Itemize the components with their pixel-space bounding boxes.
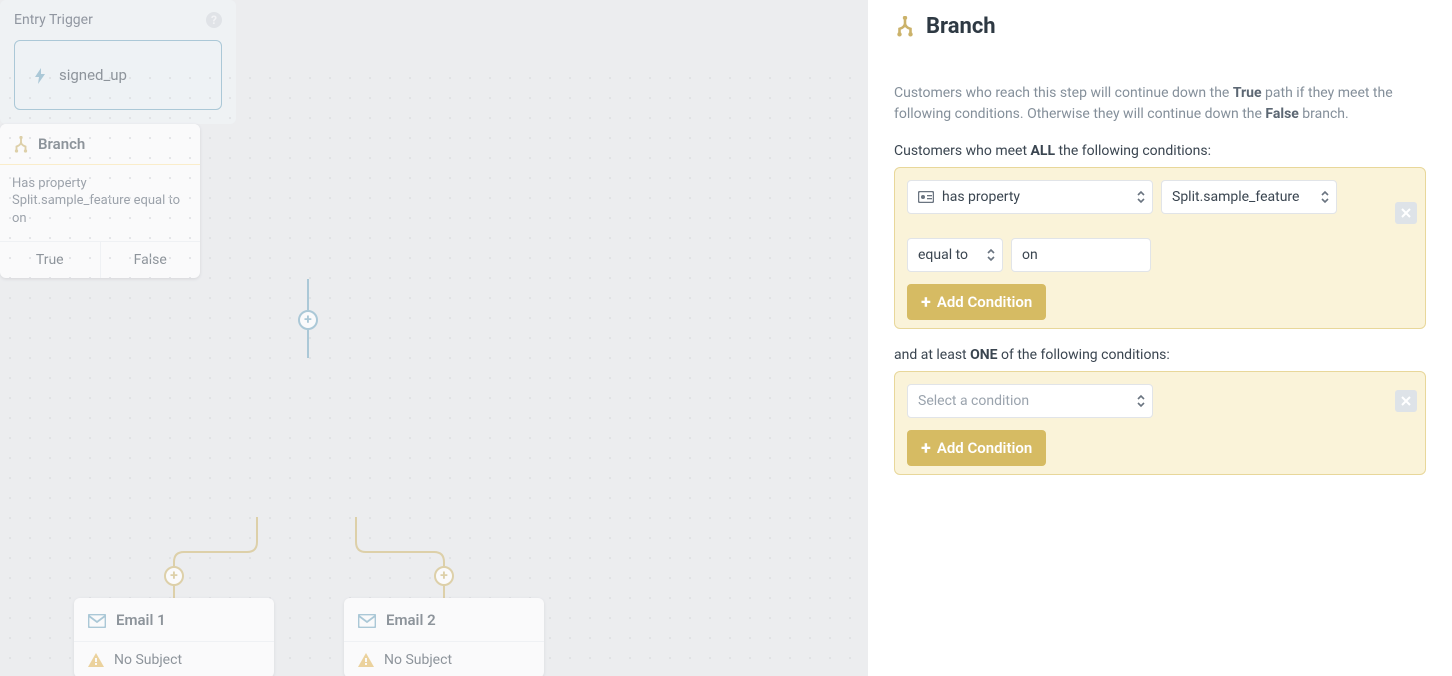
panel-description: Customers who reach this step will conti… [894,83,1426,125]
workflow-canvas[interactable]: Entry Trigger ? signed_up + Branch Has p… [0,0,868,676]
condition-placeholder: Select a condition [918,393,1029,409]
entry-trigger-title: Entry Trigger [14,12,93,28]
email-node-2[interactable]: Email 2 No Subject [344,598,544,676]
condition-block-one: Select a condition + Add Condition [894,371,1426,475]
select-chevrons-icon [1136,189,1146,205]
panel-all-label: Customers who meet ALL the following con… [894,143,1426,159]
condition-type-select[interactable]: has property [907,180,1153,214]
add-step-button[interactable]: + [298,310,318,330]
condition-operator-select[interactable]: equal to [907,238,1003,272]
add-step-right-button[interactable]: + [434,566,454,586]
condition-type-select-placeholder[interactable]: Select a condition [907,384,1153,418]
delete-condition-button[interactable] [1395,390,1417,412]
warning-icon [358,652,374,668]
condition-value-input[interactable]: on [1011,238,1151,272]
panel-title: Branch [926,14,996,39]
warning-icon [88,652,104,668]
select-chevrons-icon [1136,393,1146,409]
condition-row-empty: Select a condition [907,384,1413,418]
plus-icon: + [921,438,931,459]
add-condition-button[interactable]: + Add Condition [907,284,1046,320]
contact-card-icon [918,189,934,205]
condition-property-select[interactable]: Split.sample_feature [1161,180,1337,214]
email-node-name: Email 1 [116,611,166,629]
branch-icon [894,16,916,38]
canvas-dot-grid [0,68,868,676]
condition-property-value: Split.sample_feature [1172,189,1299,205]
branch-settings-panel: Branch Customers who reach this step wil… [868,0,1452,676]
plus-icon: + [921,292,931,313]
help-icon[interactable]: ? [206,12,222,28]
delete-condition-button[interactable] [1395,202,1417,224]
condition-row: has property Split.sample_feature equal … [907,180,1413,272]
email-subject-missing: No Subject [384,652,452,668]
condition-operator-value: equal to [918,247,968,263]
add-condition-button[interactable]: + Add Condition [907,430,1046,466]
email-subject-missing: No Subject [114,652,182,668]
add-step-left-button[interactable]: + [164,566,184,586]
panel-one-label: and at least ONE of the following condit… [894,347,1426,363]
select-chevrons-icon [986,247,996,263]
email-icon [358,610,376,629]
email-node-name: Email 2 [386,611,436,629]
email-node-1[interactable]: Email 1 No Subject [74,598,274,676]
select-chevrons-icon [1320,189,1330,205]
condition-block-all: has property Split.sample_feature equal … [894,167,1426,329]
email-icon [88,610,106,629]
condition-type-value: has property [942,189,1020,205]
